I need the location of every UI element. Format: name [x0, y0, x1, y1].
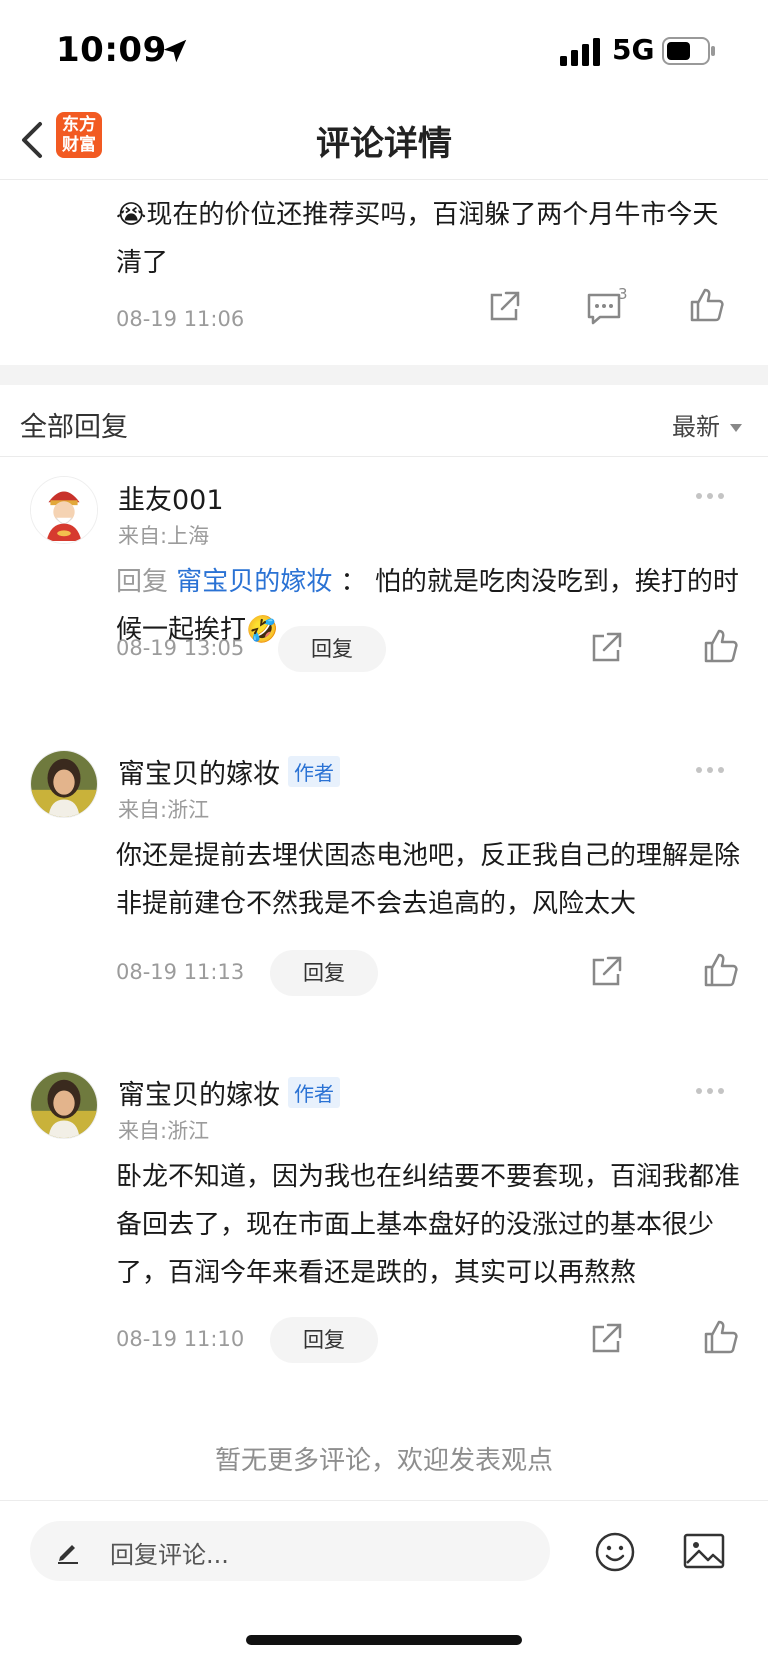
avatar[interactable] — [30, 1071, 98, 1139]
main-comment-time: 08-19 11:06 — [116, 307, 245, 331]
share-icon[interactable] — [586, 1319, 626, 1359]
reply-text: 你还是提前去埋伏固态电池吧，反正我自己的理解是除非提前建仓不然我是不会去追高的，… — [116, 841, 741, 919]
reply-target-user[interactable]: 甯宝贝的嫁妆 — [176, 567, 332, 597]
author-badge: 作者 — [288, 756, 340, 787]
reply-count-badge: 3 — [618, 285, 628, 303]
status-time: 10:09 — [56, 30, 167, 70]
reply-item: 韭友001 来自:上海 回复 甯宝贝的嫁妆 ： 怕的就是吃肉没吃到，挨打的时候一… — [0, 458, 768, 708]
author-badge: 作者 — [288, 1077, 340, 1108]
reply-input[interactable]: 回复评论... — [30, 1521, 550, 1581]
user-location: 来自:浙江 — [118, 1119, 210, 1143]
reply-item: 甯宝贝的嫁妆 作者 来自:浙江 卧龙不知道，因为我也在纠结要不要套现，百润我都准备… — [0, 1053, 768, 1413]
caret-down-icon — [730, 424, 742, 432]
user-location: 来自:上海 — [118, 524, 210, 548]
image-icon[interactable] — [682, 1531, 726, 1571]
more-options-icon[interactable] — [696, 484, 732, 499]
cellular-signal-icon — [560, 38, 600, 66]
like-icon[interactable] — [700, 626, 740, 666]
like-icon[interactable] — [700, 1317, 740, 1357]
avatar[interactable] — [30, 750, 98, 818]
replies-title: 全部回复 — [20, 412, 128, 443]
share-icon[interactable] — [484, 287, 524, 327]
like-icon[interactable] — [700, 950, 740, 990]
avatar[interactable] — [30, 476, 98, 544]
reply-button[interactable]: 回复 — [278, 626, 386, 672]
user-name[interactable]: 甯宝贝的嫁妆 作者 — [118, 752, 340, 791]
user-name-text: 甯宝贝的嫁妆 — [118, 759, 280, 790]
user-location: 来自:浙江 — [118, 798, 210, 822]
battery-icon — [662, 37, 715, 65]
end-of-list-message: 暂无更多评论，欢迎发表观点 — [214, 1446, 553, 1476]
section-divider — [0, 365, 768, 385]
page-title: 评论详情 — [316, 124, 452, 164]
reply-separator: ： — [332, 567, 375, 597]
main-comment-text: 😭现在的价位还推荐买吗，百润躲了两个月牛市今天清了 — [116, 200, 719, 278]
home-indicator[interactable] — [246, 1635, 522, 1645]
sort-dropdown[interactable]: 最新 — [672, 407, 742, 442]
sort-label: 最新 — [672, 413, 720, 441]
user-name[interactable]: 甯宝贝的嫁妆 作者 — [118, 1073, 340, 1112]
reply-text: 卧龙不知道，因为我也在纠结要不要套现，百润我都准备回去了，现在市面上基本盘好的没… — [116, 1162, 741, 1288]
network-type: 5G — [612, 33, 655, 66]
reply-button[interactable]: 回复 — [270, 1317, 378, 1363]
nav-bar: 东方财富 评论详情 — [0, 100, 768, 180]
more-options-icon[interactable] — [696, 1079, 732, 1094]
emoji-icon[interactable] — [594, 1531, 636, 1573]
main-comment: 😭现在的价位还推荐买吗，百润躲了两个月牛市今天清了 08-19 11:06 3 — [0, 181, 768, 365]
user-name[interactable]: 韭友001 — [118, 478, 224, 517]
reply-prefix: 回复 — [116, 567, 177, 597]
user-name-text: 甯宝贝的嫁妆 — [118, 1080, 280, 1111]
like-icon[interactable] — [686, 285, 726, 325]
input-placeholder: 回复评论... — [110, 1541, 229, 1569]
reply-button[interactable]: 回复 — [270, 950, 378, 996]
comment-input-bar: 回复评论... — [0, 1500, 768, 1600]
reply-item: 甯宝贝的嫁妆 作者 来自:浙江 你还是提前去埋伏固态电池吧，反正我自己的理解是除非… — [0, 732, 768, 1032]
pencil-icon — [58, 1545, 78, 1564]
reply-time: 08-19 13:05 — [116, 636, 245, 660]
reply-time: 08-19 11:10 — [116, 1327, 245, 1351]
reply-time: 08-19 11:13 — [116, 960, 245, 984]
share-icon[interactable] — [586, 952, 626, 992]
replies-header: 全部回复 最新 — [0, 385, 768, 457]
location-arrow-icon — [163, 39, 187, 63]
share-icon[interactable] — [586, 628, 626, 668]
status-bar: 10:09 5G — [0, 0, 768, 100]
more-options-icon[interactable] — [696, 758, 732, 773]
